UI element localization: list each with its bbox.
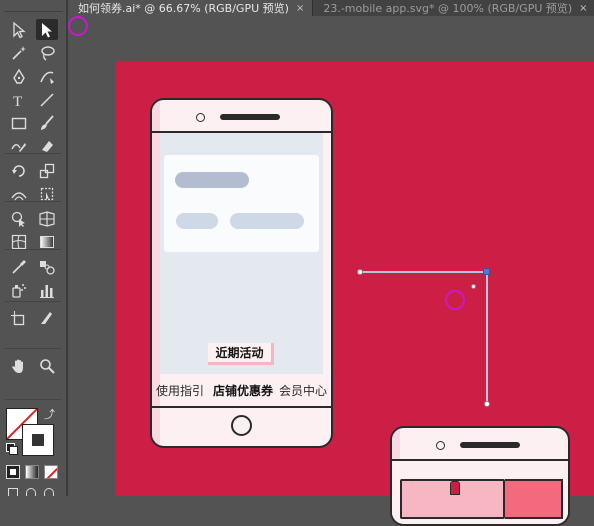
paintbrush-tool-icon[interactable] (36, 112, 58, 133)
color-mode-button[interactable] (6, 465, 20, 479)
tool-separator (5, 153, 61, 154)
eyedropper-tool-icon[interactable] (8, 256, 30, 277)
perspective-grid-tool-icon[interactable] (36, 208, 58, 229)
zoom-tool-icon[interactable] (36, 355, 58, 376)
path-anchor-point[interactable] (484, 401, 490, 407)
click-indicator-ring (445, 290, 465, 310)
recent-events-label: 近期活动 (215, 346, 264, 360)
content-card (164, 155, 319, 252)
symbol-sprayer-tool-icon[interactable] (8, 279, 30, 300)
camera-dot (436, 441, 445, 450)
bottom-divider (152, 406, 331, 408)
phone-mockup[interactable]: 近期活动 使用指引 店铺优惠券 会员中心 (150, 98, 333, 448)
tab-member-center[interactable]: 会员中心 (279, 382, 327, 399)
path-anchor-point[interactable] (357, 269, 363, 275)
panel-grip[interactable] (4, 3, 62, 12)
draw-normal-icon[interactable] (8, 488, 18, 496)
slice-tool-icon[interactable] (36, 307, 58, 328)
camera-dot (196, 113, 205, 122)
gradient-mode-button[interactable] (25, 465, 39, 479)
tab-label: 如何领券.ai* @ 66.67% (RGB/GPU 预览) (78, 2, 289, 15)
phone-screen (392, 461, 568, 524)
phone-tab-bar: 使用指引 店铺优惠券 会员中心 (152, 374, 331, 406)
close-icon[interactable]: × (296, 3, 304, 14)
home-button[interactable] (231, 415, 252, 436)
draw-inside-icon[interactable] (44, 488, 54, 496)
tool-separator (5, 249, 61, 250)
line-segment-tool-icon[interactable] (36, 89, 58, 110)
draw-behind-icon[interactable] (26, 488, 36, 496)
path-segment-vertical[interactable] (486, 272, 488, 404)
scale-tool-icon[interactable] (36, 160, 58, 181)
document-tab-active[interactable]: 如何领券.ai* @ 66.67% (RGB/GPU 预览) × (68, 0, 313, 16)
lasso-tool-icon[interactable] (36, 42, 58, 63)
rectangle-tool-icon[interactable] (8, 112, 30, 133)
speaker-slot (460, 442, 520, 448)
direct-selection-tool-icon[interactable] (36, 19, 58, 40)
artboard-tool-icon[interactable] (8, 307, 30, 328)
svg-text:T: T (13, 94, 22, 109)
column-graph-tool-icon[interactable] (36, 279, 58, 300)
tab-label: 23.-mobile app.svg* @ 100% (RGB/GPU 预览) (323, 2, 573, 15)
placeholder-chip (230, 213, 304, 229)
type-tool-icon[interactable]: T (8, 89, 30, 110)
close-icon[interactable]: × (579, 3, 587, 14)
rotate-tool-icon[interactable] (8, 160, 30, 181)
blend-tool-icon[interactable] (36, 256, 58, 277)
phone-screen: 近期活动 (160, 133, 323, 374)
click-indicator-ring (68, 16, 88, 36)
stroke-swatch[interactable] (22, 424, 54, 456)
tools-panel: T ⤴ (0, 0, 68, 496)
placeholder-title-bar (175, 172, 249, 188)
path-segment-horizontal[interactable] (360, 271, 487, 273)
shape-builder-tool-icon[interactable] (8, 208, 30, 229)
artboard[interactable]: 近期活动 使用指引 店铺优惠券 会员中心 (115, 61, 594, 526)
magic-wand-tool-icon[interactable] (8, 42, 30, 63)
tab-guide[interactable]: 使用指引 (156, 382, 204, 399)
path-anchor-point-selected[interactable] (483, 268, 490, 275)
document-tab-bar: 如何领券.ai* @ 66.67% (RGB/GPU 预览) × 23.-mob… (68, 0, 594, 16)
default-fill-stroke-icon[interactable] (6, 443, 18, 455)
speaker-slot (220, 114, 280, 120)
recent-events-button[interactable]: 近期活动 (208, 343, 274, 365)
phone-mockup-partial[interactable] (390, 426, 570, 526)
tool-separator (5, 201, 61, 202)
coupon-shape (450, 481, 460, 495)
hand-tool-icon[interactable] (8, 355, 30, 376)
coupon-stub (505, 479, 563, 519)
none-mode-button[interactable] (44, 465, 58, 479)
document-tab[interactable]: 23.-mobile app.svg* @ 100% (RGB/GPU 预览) … (312, 0, 594, 16)
placeholder-chip (176, 213, 218, 229)
selection-tool-icon[interactable] (8, 19, 30, 40)
tool-separator (5, 301, 61, 302)
tab-store-coupons[interactable]: 店铺优惠券 (213, 382, 273, 399)
path-handle-point[interactable] (471, 284, 476, 289)
tool-separator (5, 399, 61, 400)
tool-separator (5, 348, 61, 349)
swap-icon[interactable]: ⤴ (44, 406, 55, 422)
curvature-tool-icon[interactable] (36, 66, 58, 87)
pen-tool-icon[interactable] (8, 66, 30, 87)
